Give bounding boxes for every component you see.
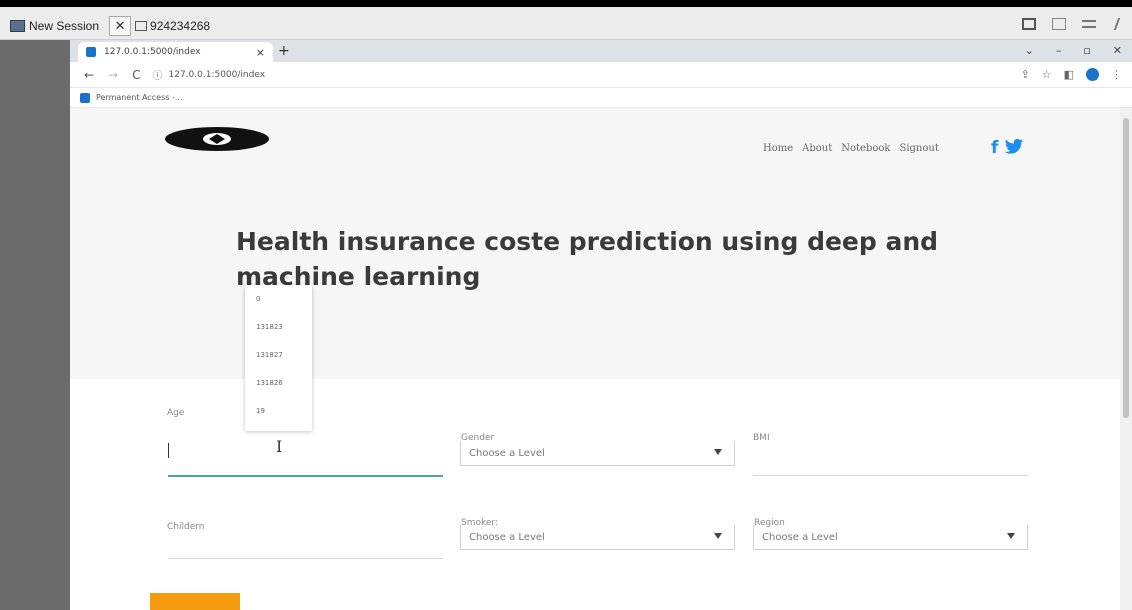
menu-icon[interactable] [1082,20,1096,28]
window-controls: ⌄ – ▫ ✕ [1025,44,1122,57]
gender-label: Gender [461,433,497,443]
autocomplete-option[interactable]: 19 [245,397,312,425]
screen-icon[interactable] [1022,18,1036,30]
top-navigation: Home About Notebook Signout [763,143,939,154]
tab-bar: 127.0.0.1:5000/index × + ⌄ – ▫ ✕ [70,40,1132,62]
flash-icon[interactable] [1109,18,1121,30]
nav-about[interactable]: About [802,143,832,154]
remote-session-icon [10,20,25,32]
autocomplete-option[interactable]: 131826 [245,369,312,397]
smoker-selected-value: Choose a Level [469,531,545,543]
autocomplete-dropdown: 0 131823 131827 131826 19 [245,285,312,431]
age-input[interactable] [168,475,443,477]
session-info: New Session ✕ 924234268 [10,16,210,36]
toolbar-icons: ⇪ ☆ ◧ ⋮ [1021,68,1122,81]
browser-window: 127.0.0.1:5000/index × + ⌄ – ▫ ✕ ← → C ⓘ… [70,40,1132,610]
twitter-icon[interactable] [1004,138,1024,156]
chevron-down-icon[interactable]: ⌄ [1025,44,1034,57]
back-icon[interactable]: ← [84,68,94,82]
sidepanel-icon[interactable]: ◧ [1064,68,1074,81]
scrollbar-thumb[interactable] [1123,118,1129,418]
page-title: Health insurance coste prediction using … [236,227,939,291]
gender-selected-value: Choose a Level [469,447,545,459]
bookmarks-bar: Permanent Access -... [70,88,1132,108]
nav-home[interactable]: Home [763,143,793,154]
nav-buttons: ← → C [84,68,141,82]
age-label: Age [167,408,185,418]
autocomplete-option[interactable]: 131827 [245,341,312,369]
text-caret [168,443,169,458]
children-label: Childern [167,522,205,532]
session-tools [1022,18,1121,30]
social-links: f [991,138,1024,158]
submit-button[interactable] [150,593,240,610]
bmi-label: BMI [753,433,770,443]
close-window-icon[interactable]: ✕ [1113,44,1122,57]
region-selected-value: Choose a Level [762,531,838,543]
new-tab-icon[interactable]: + [278,43,290,59]
desktop-strip [0,40,70,610]
bmi-input[interactable] [753,475,1028,476]
profile-avatar[interactable] [1086,68,1099,81]
close-tab-icon[interactable]: × [256,46,265,59]
caret-down-icon [1007,533,1015,539]
session-id: 924234268 [150,19,211,33]
page-scrollbar[interactable] [1120,108,1132,610]
chat-icon[interactable] [1052,18,1066,30]
browser-tab[interactable]: 127.0.0.1:5000/index × [78,42,273,62]
smoker-label: Smoker: [461,518,500,528]
children-input[interactable] [168,558,443,559]
region-select[interactable]: Choose a Level [753,525,1028,550]
site-info-icon[interactable]: ⓘ [153,67,163,82]
smoker-select[interactable]: Choose a Level [460,525,735,550]
session-label: New Session [29,19,100,33]
monitor-icon [135,21,148,31]
url-field[interactable]: 127.0.0.1:5000/index [169,70,266,80]
facebook-icon[interactable]: f [991,138,998,158]
favicon-icon [86,47,96,57]
autocomplete-option[interactable]: 131823 [245,313,312,341]
site-logo[interactable] [162,124,272,154]
reload-icon[interactable]: C [132,68,140,82]
forward-icon[interactable]: → [108,68,118,82]
web-page: Home About Notebook Signout f Health ins… [70,108,1120,610]
caret-down-icon [714,533,722,539]
ibeam-cursor-icon: I [276,437,283,456]
region-label: Region [754,518,787,528]
nav-signout[interactable]: Signout [899,143,938,154]
close-session-button[interactable]: ✕ [109,16,132,36]
kebab-menu-icon[interactable]: ⋮ [1111,68,1122,81]
remote-session-bar: New Session ✕ 924234268 [0,7,1132,40]
hero-section: Home About Notebook Signout f Health ins… [70,108,1120,379]
prediction-form [70,379,1120,610]
minimize-icon[interactable]: – [1056,44,1062,57]
star-icon[interactable]: ☆ [1042,68,1052,81]
caret-down-icon [714,449,722,455]
address-bar: ← → C ⓘ 127.0.0.1:5000/index ⇪ ☆ ◧ ⋮ [70,62,1132,88]
nav-notebook[interactable]: Notebook [841,143,890,154]
share-icon[interactable]: ⇪ [1021,68,1030,81]
gender-select[interactable]: Choose a Level [460,441,735,466]
bookmark-item[interactable]: Permanent Access -... [96,93,183,102]
tab-title: 127.0.0.1:5000/index [104,47,201,57]
bookmark-icon [80,92,90,103]
autocomplete-option[interactable]: 0 [245,285,312,313]
maximize-icon[interactable]: ▫ [1083,44,1090,57]
